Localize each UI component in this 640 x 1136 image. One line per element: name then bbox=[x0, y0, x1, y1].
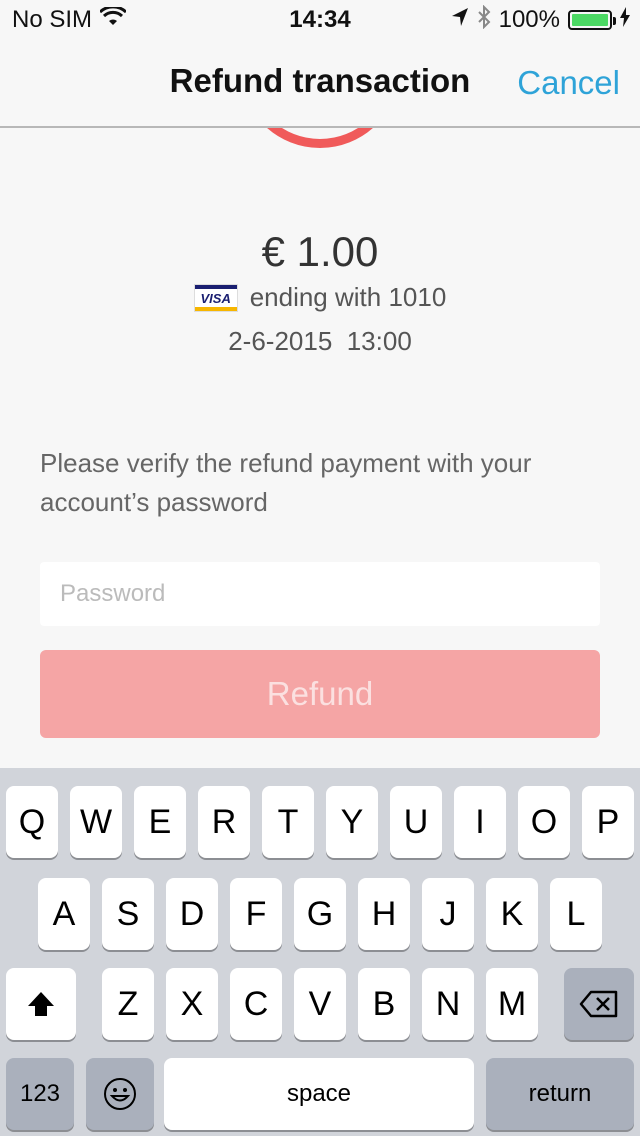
emoji-icon bbox=[104, 1078, 136, 1110]
key-o[interactable]: O bbox=[518, 786, 570, 858]
keyboard: QWERTYUIOP ASDFGHJKL ZXCVBNM 123 space r… bbox=[0, 768, 640, 1136]
key-a[interactable]: A bbox=[38, 878, 90, 950]
bluetooth-icon bbox=[477, 4, 491, 36]
wifi-icon bbox=[98, 5, 128, 34]
verify-instructions: Please verify the refund payment with yo… bbox=[40, 448, 532, 517]
key-s[interactable]: S bbox=[102, 878, 154, 950]
key-n[interactable]: N bbox=[422, 968, 474, 1040]
card-info: VISA ending with 1010 bbox=[0, 282, 640, 313]
key-r[interactable]: R bbox=[198, 786, 250, 858]
password-input[interactable] bbox=[40, 562, 600, 626]
key-i[interactable]: I bbox=[454, 786, 506, 858]
key-z[interactable]: Z bbox=[102, 968, 154, 1040]
screen: No SIM 14:34 100% Refund transaction Can… bbox=[0, 0, 640, 1136]
key-w[interactable]: W bbox=[70, 786, 122, 858]
key-k[interactable]: K bbox=[486, 878, 538, 950]
cancel-button[interactable]: Cancel bbox=[517, 64, 620, 102]
status-bar: No SIM 14:34 100% bbox=[0, 0, 640, 40]
visa-card-icon: VISA bbox=[193, 283, 238, 312]
key-c[interactable]: C bbox=[230, 968, 282, 1040]
key-g[interactable]: G bbox=[294, 878, 346, 950]
key-e[interactable]: E bbox=[134, 786, 186, 858]
battery-icon bbox=[568, 10, 616, 30]
carrier-label: No SIM bbox=[12, 6, 93, 33]
charging-bolt-icon bbox=[620, 6, 630, 34]
transaction-datetime: 2-6-2015 13:00 bbox=[228, 326, 412, 356]
visa-logo-text: VISA bbox=[200, 290, 231, 306]
key-d[interactable]: D bbox=[166, 878, 218, 950]
location-arrow-icon bbox=[451, 6, 469, 34]
card-ending-text: ending with 1010 bbox=[249, 282, 447, 312]
status-circle-icon bbox=[240, 128, 400, 148]
nav-bar: Refund transaction Cancel bbox=[0, 40, 640, 128]
space-key[interactable]: space bbox=[164, 1058, 474, 1130]
key-j[interactable]: J bbox=[422, 878, 474, 950]
key-p[interactable]: P bbox=[582, 786, 634, 858]
emoji-key[interactable] bbox=[86, 1058, 154, 1130]
backspace-icon bbox=[579, 990, 618, 1018]
return-key[interactable]: return bbox=[486, 1058, 634, 1130]
key-l[interactable]: L bbox=[550, 878, 602, 950]
refund-button[interactable]: Refund bbox=[40, 650, 600, 738]
key-t[interactable]: T bbox=[262, 786, 314, 858]
shift-key[interactable] bbox=[6, 968, 76, 1040]
key-q[interactable]: Q bbox=[6, 786, 58, 858]
key-u[interactable]: U bbox=[390, 786, 442, 858]
key-f[interactable]: F bbox=[230, 878, 282, 950]
key-x[interactable]: X bbox=[166, 968, 218, 1040]
shift-arrow-icon bbox=[28, 992, 54, 1016]
delete-key[interactable] bbox=[564, 968, 634, 1040]
transaction-amount: € 1.00 bbox=[261, 228, 379, 275]
battery-percent: 100% bbox=[498, 6, 560, 33]
key-h[interactable]: H bbox=[358, 878, 410, 950]
key-m[interactable]: M bbox=[486, 968, 538, 1040]
key-b[interactable]: B bbox=[358, 968, 410, 1040]
key-v[interactable]: V bbox=[294, 968, 346, 1040]
key-y[interactable]: Y bbox=[326, 786, 378, 858]
numbers-key[interactable]: 123 bbox=[6, 1058, 74, 1130]
content: € 1.00 VISA ending with 1010 2-6-2015 13… bbox=[0, 128, 640, 768]
